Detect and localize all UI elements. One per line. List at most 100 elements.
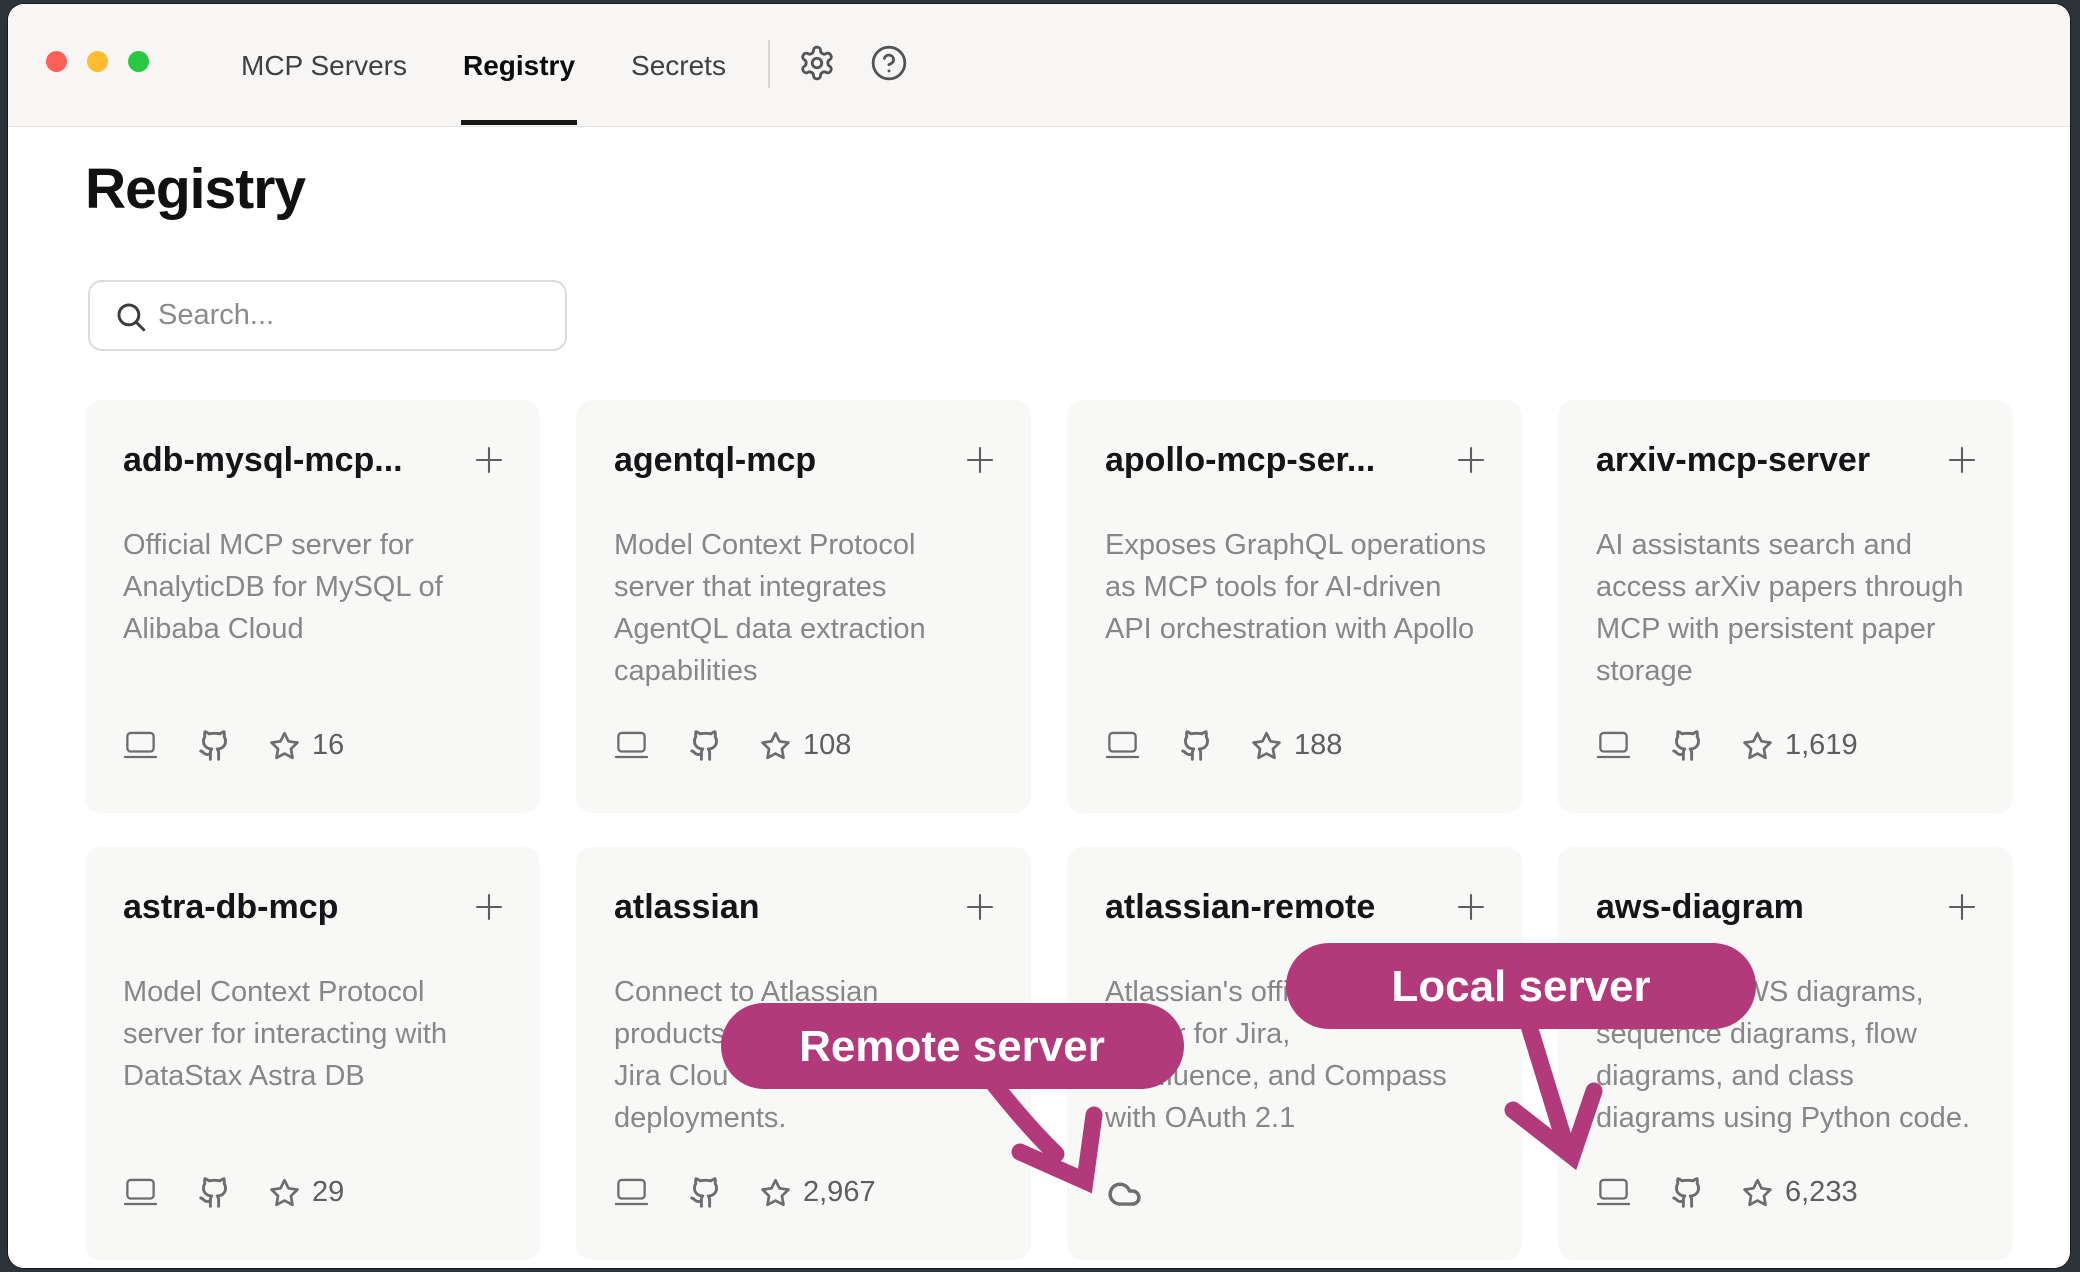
plus-icon bbox=[1944, 889, 1980, 925]
laptop-icon bbox=[614, 1177, 649, 1208]
plus-icon bbox=[1944, 442, 1980, 478]
github-icon bbox=[198, 1176, 231, 1209]
description-line: Connect to Atlassian bbox=[614, 971, 996, 1013]
card-footer: 108 bbox=[614, 726, 851, 764]
card-aws-diagram[interactable]: aws-diagram Generate AWS diagrams,sequen… bbox=[1558, 847, 2013, 1260]
server-description: Atlassian's official MCPserver for Jira,… bbox=[1105, 971, 1487, 1139]
search-box bbox=[88, 280, 567, 351]
description-line: server for Jira, bbox=[1105, 1013, 1487, 1055]
app-window: MCP Servers Registry Secrets bbox=[8, 4, 2070, 1268]
card-footer: 2,967 bbox=[614, 1173, 876, 1211]
card-adb-mysql-mcp[interactable]: adb-mysql-mcp... Official MCP server for… bbox=[85, 400, 540, 813]
github-icon bbox=[689, 729, 722, 762]
description-line: Alibaba Cloud bbox=[123, 608, 505, 650]
description-line: Model Context Protocol bbox=[123, 971, 505, 1013]
card-astra-db-mcp[interactable]: astra-db-mcp Model Context Protocolserve… bbox=[85, 847, 540, 1260]
plus-icon bbox=[962, 442, 998, 478]
cloud-icon bbox=[1105, 1176, 1145, 1209]
star-icon bbox=[1251, 730, 1282, 761]
description-line: products bbox=[614, 1013, 996, 1055]
add-server-button[interactable] bbox=[962, 442, 998, 478]
card-arxiv-mcp-server[interactable]: arxiv-mcp-server AI assistants search an… bbox=[1558, 400, 2013, 813]
description-line: capabilities bbox=[614, 650, 996, 692]
server-name: atlassian-remote bbox=[1105, 888, 1375, 927]
tab-mcp-servers[interactable]: MCP Servers bbox=[239, 4, 409, 127]
description-line: with OAuth 2.1 bbox=[1105, 1097, 1487, 1139]
server-description: AI assistants search andaccess arXiv pap… bbox=[1596, 524, 1978, 692]
plus-icon bbox=[471, 442, 507, 478]
laptop-icon bbox=[123, 730, 158, 761]
github-icon bbox=[1671, 1176, 1704, 1209]
traffic-lights bbox=[46, 51, 149, 72]
laptop-icon bbox=[1596, 730, 1631, 761]
description-line: MCP with persistent paper bbox=[1596, 608, 1978, 650]
card-footer: 1,619 bbox=[1596, 726, 1858, 764]
gear-icon bbox=[798, 44, 836, 82]
add-server-button[interactable] bbox=[1453, 442, 1489, 478]
description-line: Jira Clou bbox=[614, 1055, 996, 1097]
card-agentql-mcp[interactable]: agentql-mcp Model Context Protocolserver… bbox=[576, 400, 1031, 813]
add-server-button[interactable] bbox=[471, 442, 507, 478]
card-apollo-mcp-ser[interactable]: apollo-mcp-ser... Exposes GraphQL operat… bbox=[1067, 400, 1522, 813]
close-button[interactable] bbox=[46, 51, 67, 72]
description-line: Official MCP server for bbox=[123, 524, 505, 566]
server-description: Generate AWS diagrams,sequence diagrams,… bbox=[1596, 971, 1978, 1139]
server-name: atlassian bbox=[614, 888, 760, 927]
help-button[interactable] bbox=[870, 44, 908, 82]
description-line: access arXiv papers through bbox=[1596, 566, 1978, 608]
server-description: Model Context Protocolserver that integr… bbox=[614, 524, 996, 692]
description-line: Generate AWS diagrams, bbox=[1596, 971, 1978, 1013]
server-description: Exposes GraphQL operationsas MCP tools f… bbox=[1105, 524, 1487, 650]
card-atlassian-remote[interactable]: atlassian-remote Atlassian's official MC… bbox=[1067, 847, 1522, 1260]
add-server-button[interactable] bbox=[1944, 442, 1980, 478]
description-line: sequence diagrams, flow bbox=[1596, 1013, 1978, 1055]
server-name: arxiv-mcp-server bbox=[1596, 441, 1870, 480]
main-tabs: MCP Servers Registry Secrets bbox=[239, 4, 728, 127]
add-server-button[interactable] bbox=[471, 889, 507, 925]
star-count: 1,619 bbox=[1785, 729, 1858, 762]
registry-page: Registry adb-mysql-mcp... Official MCP s… bbox=[8, 128, 2070, 1268]
add-server-button[interactable] bbox=[1944, 889, 1980, 925]
description-line: as MCP tools for AI-driven bbox=[1105, 566, 1487, 608]
description-line: AnalyticDB for MySQL of bbox=[123, 566, 505, 608]
description-line: AgentQL data extraction bbox=[614, 608, 996, 650]
star-count: 6,233 bbox=[1785, 1176, 1858, 1209]
card-footer: 16 bbox=[123, 726, 344, 764]
laptop-icon bbox=[1105, 730, 1140, 761]
server-description: Connect to AtlassianproductsJira Cloudep… bbox=[614, 971, 996, 1139]
star-icon bbox=[1742, 730, 1773, 761]
add-server-button[interactable] bbox=[962, 889, 998, 925]
card-atlassian[interactable]: atlassian Connect to AtlassianproductsJi… bbox=[576, 847, 1031, 1260]
card-footer: 6,233 bbox=[1596, 1173, 1858, 1211]
description-line: server that integrates bbox=[614, 566, 996, 608]
server-name: adb-mysql-mcp... bbox=[123, 441, 403, 480]
description-line: Confluence, and Compass bbox=[1105, 1055, 1487, 1097]
laptop-icon bbox=[614, 730, 649, 761]
card-footer: 29 bbox=[123, 1173, 344, 1211]
settings-button[interactable] bbox=[798, 44, 836, 82]
description-line: AI assistants search and bbox=[1596, 524, 1978, 566]
plus-icon bbox=[962, 889, 998, 925]
window-titlebar: MCP Servers Registry Secrets bbox=[8, 4, 2070, 127]
star-count: 29 bbox=[312, 1176, 344, 1209]
github-icon bbox=[1671, 729, 1704, 762]
server-description: Model Context Protocolserver for interac… bbox=[123, 971, 505, 1097]
search-input[interactable] bbox=[158, 282, 558, 349]
search-icon bbox=[114, 300, 148, 334]
description-line: server for interacting with bbox=[123, 1013, 505, 1055]
desktop-background: MCP Servers Registry Secrets bbox=[0, 0, 2080, 1272]
zoom-button[interactable] bbox=[128, 51, 149, 72]
plus-icon bbox=[471, 889, 507, 925]
tab-registry[interactable]: Registry bbox=[461, 4, 577, 127]
minimize-button[interactable] bbox=[87, 51, 108, 72]
description-line: Exposes GraphQL operations bbox=[1105, 524, 1487, 566]
description-line: API orchestration with Apollo bbox=[1105, 608, 1487, 650]
server-description: Official MCP server forAnalyticDB for My… bbox=[123, 524, 505, 650]
star-icon bbox=[269, 1177, 300, 1208]
add-server-button[interactable] bbox=[1453, 889, 1489, 925]
laptop-icon bbox=[1596, 1177, 1631, 1208]
tab-secrets[interactable]: Secrets bbox=[629, 4, 728, 127]
description-line: diagrams, and class bbox=[1596, 1055, 1978, 1097]
server-name: aws-diagram bbox=[1596, 888, 1804, 927]
star-icon bbox=[1742, 1177, 1773, 1208]
